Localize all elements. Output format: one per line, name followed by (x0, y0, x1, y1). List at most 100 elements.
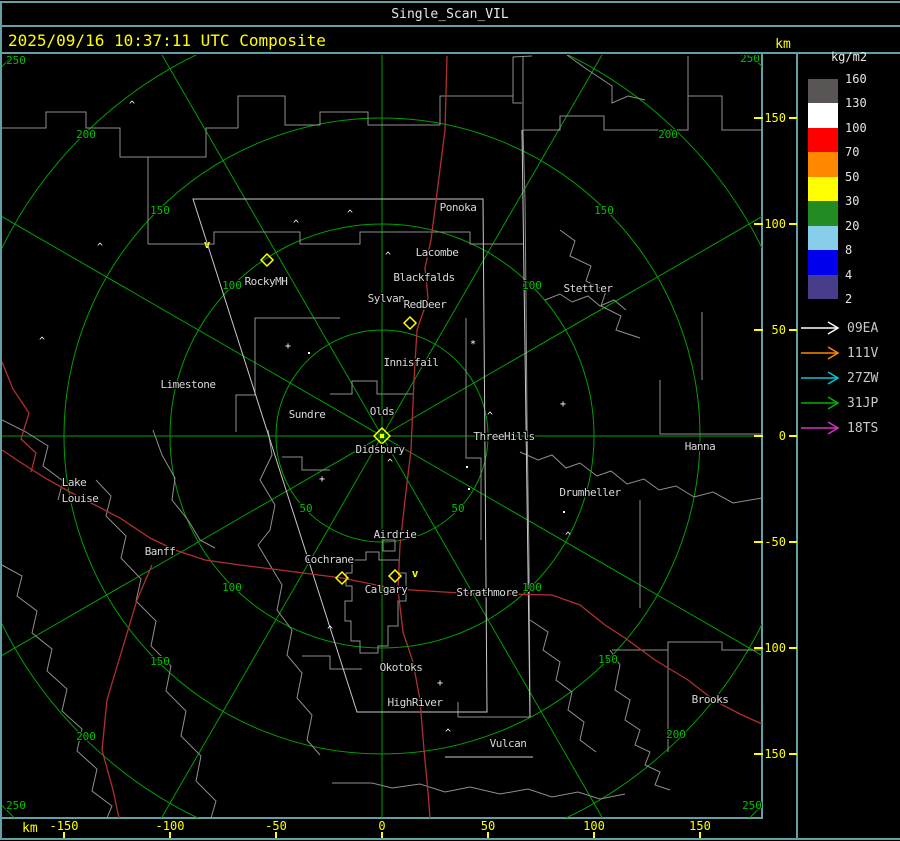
page-title: Single_Scan_VIL (391, 7, 509, 22)
svg-text:^: ^ (129, 100, 135, 111)
svg-text:+: + (560, 399, 566, 410)
svg-text:250: 250 (6, 799, 26, 812)
svg-text:50: 50 (451, 502, 464, 515)
svg-text:250: 250 (742, 799, 762, 812)
bottom-axis-tick-label: -50 (265, 819, 287, 833)
legend-swatch (808, 128, 838, 152)
radar-display: Single_Scan_VIL 2025/09/16 10:37:11 UTC … (0, 0, 900, 841)
legend-threshold: 100 (845, 121, 867, 135)
bottom-axis-tick-label: 100 (583, 819, 605, 833)
right-axis-tick-label: -100 (757, 641, 786, 655)
svg-text:200: 200 (666, 728, 686, 741)
city-label: Calgary (365, 583, 409, 596)
svg-text:^: ^ (385, 251, 391, 262)
city-label: Sundre (289, 408, 326, 421)
city-label: ThreeHills (473, 430, 534, 443)
legend-swatch (808, 177, 838, 201)
legend-threshold: 2 (845, 292, 852, 306)
svg-text:200: 200 (658, 128, 678, 141)
svg-text:^: ^ (487, 411, 493, 422)
city-label: Drumheller (559, 486, 621, 499)
site-id: 18TS (847, 421, 878, 436)
city-label: Airdrie (374, 528, 417, 541)
city-label: RedDeer (404, 298, 448, 311)
svg-text:+: + (319, 474, 325, 485)
city-label: Vulcan (490, 737, 527, 750)
bottom-axis-tick-label: 0 (378, 819, 385, 833)
site-id: 09EA (847, 321, 878, 336)
site-id: 31JP (847, 396, 878, 411)
scan-timestamp: 2025/09/16 10:37:11 UTC Composite (8, 31, 326, 50)
city-label: Stettler (564, 282, 614, 295)
radar-app-window: Single_Scan_VIL 2025/09/16 10:37:11 UTC … (0, 0, 900, 841)
background (0, 0, 900, 841)
city-label: Okotoks (380, 661, 423, 674)
legend-swatch (808, 226, 838, 250)
city-label: Cochrane (305, 553, 354, 566)
city-label: Limestone (160, 378, 215, 391)
right-axis-tick-label: 0 (779, 429, 786, 443)
right-axis-tick-label: -150 (757, 747, 786, 761)
svg-text:100: 100 (522, 581, 542, 594)
svg-text:100: 100 (522, 279, 542, 292)
city-label: Hanna (685, 440, 716, 453)
svg-text:v: v (204, 238, 211, 251)
svg-text:^: ^ (347, 209, 353, 220)
city-label: Strathmore (456, 586, 517, 599)
svg-text:150: 150 (150, 655, 170, 668)
legend-swatch (808, 103, 838, 128)
svg-text:50: 50 (299, 502, 312, 515)
city-label: Lacombe (416, 246, 459, 259)
legend-threshold: 4 (845, 268, 852, 282)
bottom-axis-tick-label: -100 (156, 819, 185, 833)
legend-threshold: 130 (845, 96, 867, 110)
svg-text:200: 200 (76, 730, 96, 743)
svg-text:250: 250 (6, 54, 26, 67)
svg-text:100: 100 (222, 279, 242, 292)
svg-text:^: ^ (445, 728, 451, 739)
legend-unit: kg/m2 (831, 50, 867, 64)
city-label: Sylvan (368, 292, 405, 305)
right-axis-tick-label: 50 (772, 323, 786, 337)
city-label: RockyMH (245, 275, 288, 288)
city-label: Blackfalds (393, 271, 454, 284)
legend-threshold: 30 (845, 194, 859, 208)
site-id: 111V (847, 346, 878, 361)
city-label: Lake (62, 476, 87, 489)
site-id: 27ZW (847, 371, 878, 386)
svg-text:150: 150 (598, 653, 618, 666)
svg-text:100: 100 (222, 581, 242, 594)
svg-text:^: ^ (97, 242, 103, 253)
bottom-axis-unit: km (22, 821, 38, 836)
city-label: Louise (62, 492, 99, 505)
bottom-axis-tick-label: 50 (481, 819, 495, 833)
svg-text:+: + (285, 341, 291, 352)
bottom-axis-tick-label: -150 (50, 819, 79, 833)
svg-text:^: ^ (293, 219, 299, 230)
right-axis-tick-label: 150 (764, 111, 786, 125)
right-axis-unit: km (775, 37, 791, 52)
legend-threshold: 50 (845, 170, 859, 184)
city-label: Innisfail (383, 356, 438, 369)
svg-text:150: 150 (150, 204, 170, 217)
city-label: Olds (370, 405, 395, 418)
legend-threshold: 160 (845, 72, 867, 86)
legend-swatch (808, 250, 838, 275)
svg-text:^: ^ (387, 458, 393, 469)
legend-swatch (808, 152, 838, 177)
svg-text:150: 150 (594, 204, 614, 217)
svg-text:200: 200 (76, 128, 96, 141)
svg-text:*: * (470, 339, 476, 350)
svg-text:^: ^ (39, 336, 45, 347)
city-label: Ponoka (440, 201, 477, 214)
legend-swatch (808, 201, 838, 226)
city-label: Brooks (692, 693, 729, 706)
legend-threshold: 70 (845, 145, 859, 159)
svg-text:^: ^ (565, 531, 571, 542)
bottom-axis-tick-label: 150 (689, 819, 711, 833)
legend-threshold: 20 (845, 219, 859, 233)
city-label: HighRiver (387, 696, 443, 709)
svg-text:^: ^ (327, 625, 333, 636)
city-label: Banff (145, 545, 176, 558)
svg-text:+: + (437, 678, 443, 689)
